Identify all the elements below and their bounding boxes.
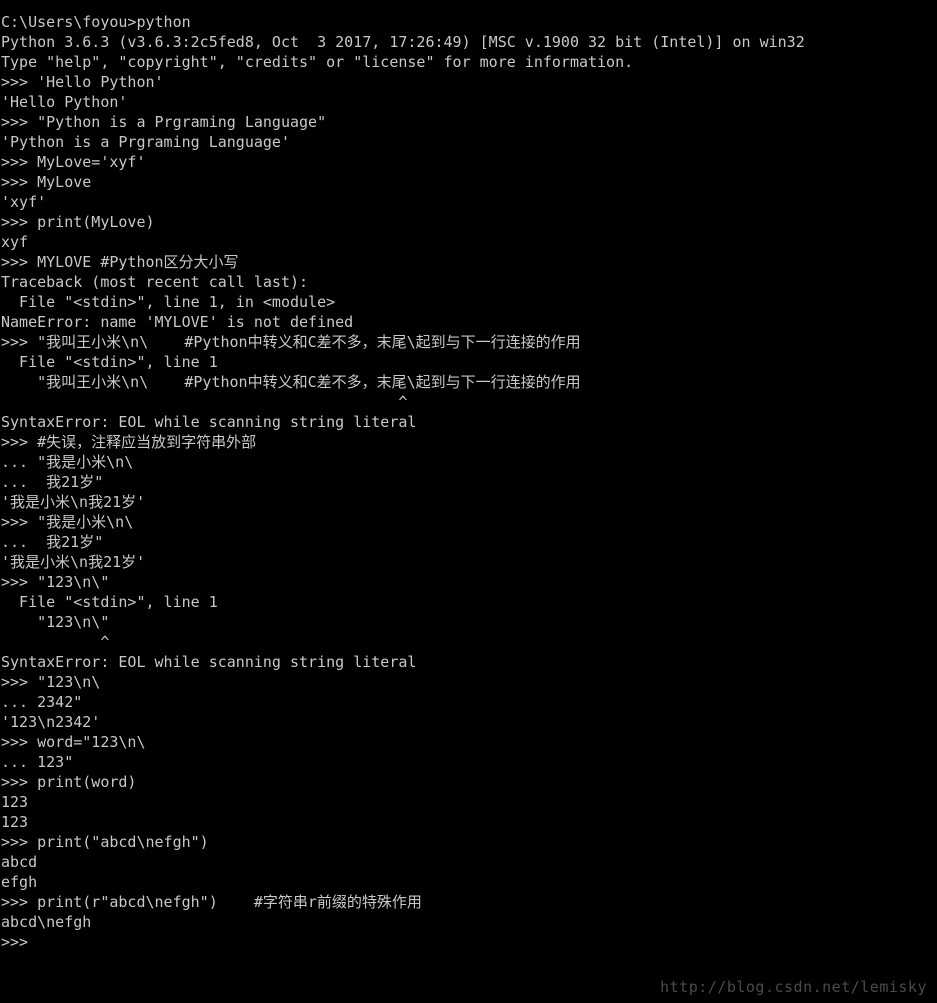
terminal-line: NameError: name 'MYLOVE' is not defined: [1, 313, 354, 331]
terminal-line: ... 123": [1, 753, 74, 771]
terminal-line: >>> 'Hello Python': [1, 73, 164, 91]
terminal-line: ... "我是小米\n\: [1, 453, 134, 471]
terminal-line: 'xyf': [1, 193, 47, 211]
terminal-line: >>> print(MyLove): [1, 213, 155, 231]
terminal-line: 123: [1, 813, 29, 831]
terminal-line: abcd: [1, 853, 38, 871]
terminal-line: SyntaxError: EOL while scanning string l…: [1, 653, 417, 671]
terminal-line: ... 2342": [1, 693, 83, 711]
terminal-line: '123\n2342': [1, 713, 101, 731]
terminal-line: '我是小米\n我21岁': [1, 493, 146, 511]
terminal-line: >>> "123\n\: [1, 673, 101, 691]
terminal-line: >>> "Python is a Prgraming Language": [1, 113, 327, 131]
terminal-line: ... 我21岁": [1, 533, 104, 551]
terminal-line: '我是小米\n我21岁': [1, 553, 146, 571]
watermark-url: http://blog.csdn.net/lemisky: [660, 978, 927, 996]
terminal-output: C:\Users\foyou>python Python 3.6.3 (v3.6.…: [1, 12, 937, 952]
terminal-line: ... 我21岁": [1, 473, 104, 491]
terminal-line: Traceback (most recent call last):: [1, 273, 309, 291]
terminal-line: 123: [1, 793, 29, 811]
terminal-line: >>> print(r"abcd\nefgh") #字符串r前缀的特殊作用: [1, 893, 422, 911]
terminal-line: >>> "我是小米\n\: [1, 513, 134, 531]
terminal-line: >>> MyLove='xyf': [1, 153, 146, 171]
terminal-line: File "<stdin>", line 1: [1, 353, 218, 371]
terminal-line: File "<stdin>", line 1, in <module>: [1, 293, 336, 311]
terminal-line: xyf: [1, 233, 29, 251]
terminal-line: >>> word="123\n\: [1, 733, 146, 751]
terminal-window[interactable]: C:\Users\foyou>python Python 3.6.3 (v3.6.…: [0, 0, 937, 1003]
terminal-line: abcd\nefgh: [1, 913, 92, 931]
terminal-line: 'Python is a Prgraming Language': [1, 133, 290, 151]
terminal-line: >>> print(word): [1, 773, 137, 791]
terminal-line: >>> "123\n\": [1, 573, 110, 591]
terminal-line: ^: [1, 633, 110, 651]
terminal-line: 'Hello Python': [1, 93, 128, 111]
terminal-line: >>> MYLOVE #Python区分大小写: [1, 253, 239, 271]
terminal-line: >>> #失误，注释应当放到字符串外部: [1, 433, 257, 451]
terminal-line: efgh: [1, 873, 38, 891]
terminal-line: "123\n\": [1, 613, 110, 631]
terminal-line: >>> print("abcd\nefgh"): [1, 833, 209, 851]
terminal-line: "我叫王小米\n\ #Python中转义和C差不多，末尾\起到与下一行连接的作用: [1, 373, 581, 391]
terminal-line: C:\Users\foyou>python: [1, 13, 191, 31]
terminal-line: Type "help", "copyright", "credits" or "…: [1, 53, 634, 71]
terminal-line: ^: [1, 393, 408, 411]
terminal-line: >>> "我叫王小米\n\ #Python中转义和C差不多，末尾\起到与下一行连…: [1, 333, 581, 351]
terminal-line: SyntaxError: EOL while scanning string l…: [1, 413, 417, 431]
terminal-line: >>> MyLove: [1, 173, 92, 191]
terminal-line: Python 3.6.3 (v3.6.3:2c5fed8, Oct 3 2017…: [1, 33, 805, 51]
terminal-line: >>>: [1, 933, 29, 951]
terminal-line: File "<stdin>", line 1: [1, 593, 218, 611]
